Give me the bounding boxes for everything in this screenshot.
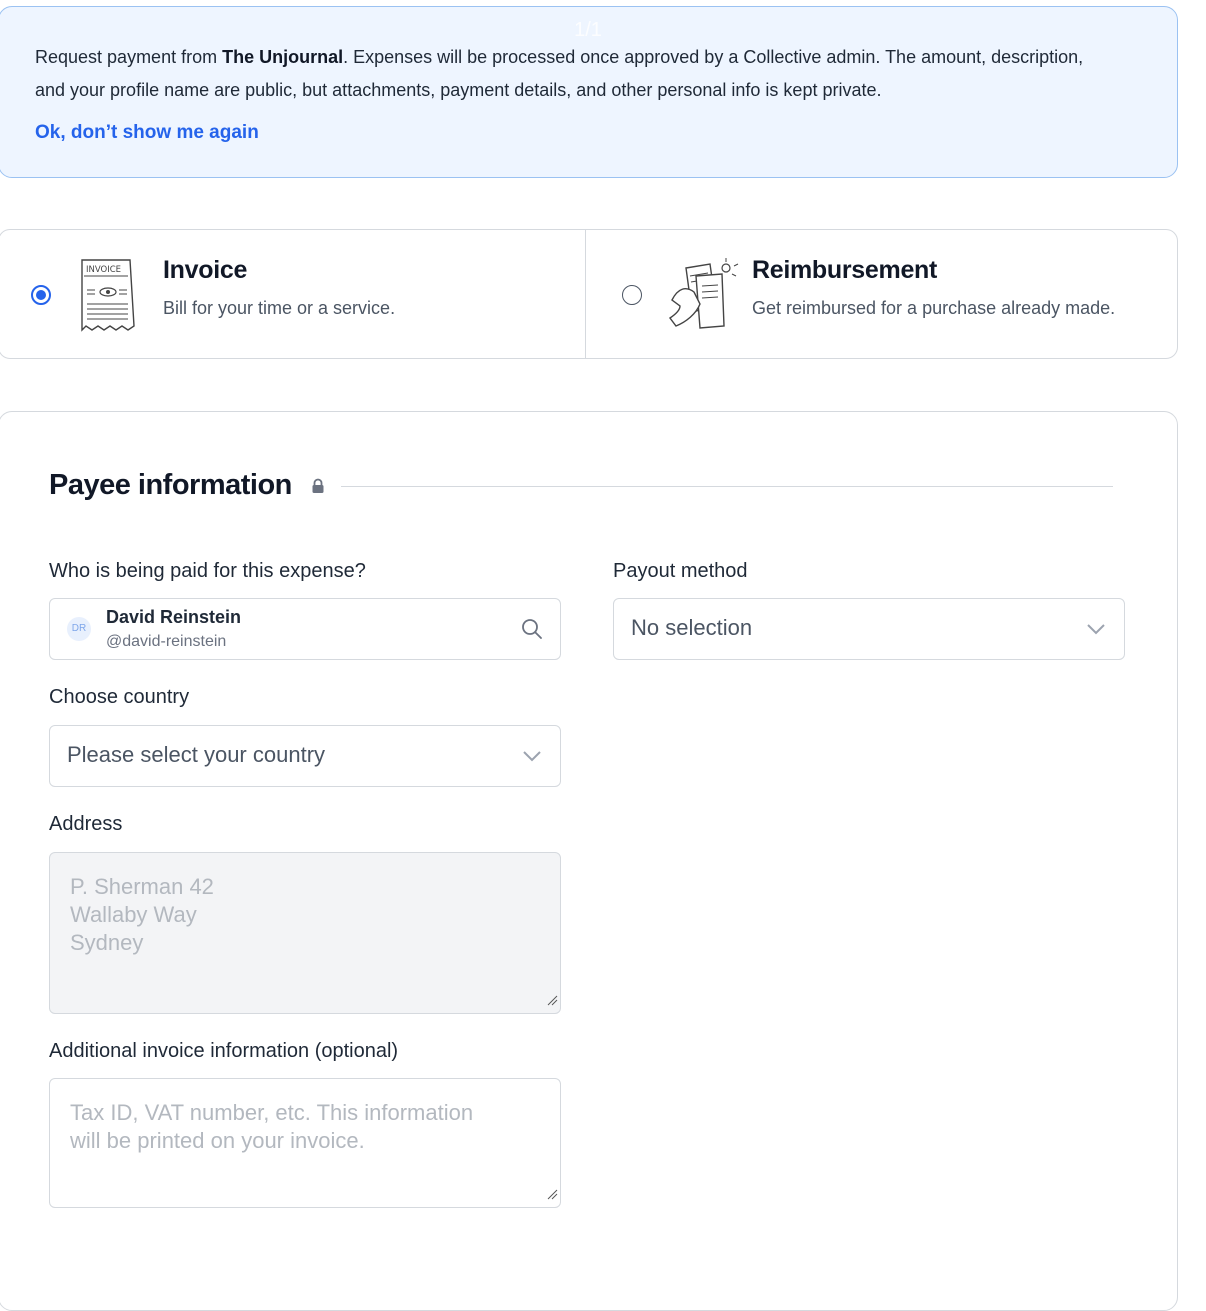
payout-method-label: Payout method bbox=[613, 560, 748, 582]
reimbursement-title: Reimbursement bbox=[752, 256, 938, 284]
dismiss-notice-link[interactable]: Ok, don’t show me again bbox=[35, 122, 259, 144]
payout-method-value: No selection bbox=[631, 615, 753, 640]
address-textarea[interactable]: P. Sherman 42 Wallaby Way Sydney bbox=[49, 852, 561, 1014]
reimbursement-illustration-icon bbox=[666, 256, 740, 339]
lock-icon bbox=[311, 478, 325, 499]
expense-type-selector: INVOICE Invoice Bill for your time or a … bbox=[0, 229, 1178, 359]
resize-grip-icon[interactable] bbox=[546, 1187, 558, 1205]
info-banner-text: Request payment from The Unjournal. Expe… bbox=[35, 41, 1115, 107]
section-divider bbox=[341, 486, 1113, 487]
payout-method-select[interactable]: No selection bbox=[613, 598, 1125, 660]
payee-picker[interactable]: DR David Reinstein @david-reinstein bbox=[49, 598, 561, 660]
payee-label: Who is being paid for this expense? bbox=[49, 560, 366, 582]
invoice-title: Invoice bbox=[163, 256, 248, 284]
payee-handle: @david-reinstein bbox=[106, 633, 227, 650]
section-title: Payee information bbox=[49, 469, 292, 501]
country-label: Choose country bbox=[49, 686, 190, 708]
page-indicator: 1/1 bbox=[574, 19, 602, 41]
reimbursement-description: Get reimbursed for a purchase already ma… bbox=[752, 298, 1116, 318]
invoice-illustration-label: INVOICE bbox=[86, 265, 121, 275]
invoice-radio[interactable] bbox=[31, 285, 51, 305]
additional-info-label: Additional invoice information (optional… bbox=[49, 1040, 399, 1062]
invoice-description: Bill for your time or a service. bbox=[163, 298, 396, 318]
address-placeholder: P. Sherman 42 Wallaby Way Sydney bbox=[70, 874, 214, 955]
additional-info-textarea[interactable]: Tax ID, VAT number, etc. This informatio… bbox=[49, 1078, 561, 1208]
chevron-down-icon bbox=[1086, 622, 1106, 641]
avatar: DR bbox=[67, 617, 91, 641]
chevron-down-icon bbox=[522, 749, 542, 768]
info-banner: 1/1 Request payment from The Unjournal. … bbox=[0, 6, 1178, 178]
country-placeholder: Please select your country bbox=[67, 742, 326, 767]
invoice-illustration-icon: INVOICE bbox=[78, 256, 138, 339]
info-text-before: Request payment from bbox=[35, 47, 223, 67]
collective-name: The Unjournal bbox=[222, 47, 344, 67]
payee-form: Payee information Who is being paid for … bbox=[0, 411, 1178, 1311]
address-label: Address bbox=[49, 813, 123, 835]
expense-type-invoice[interactable]: INVOICE Invoice Bill for your time or a … bbox=[0, 230, 586, 358]
search-icon[interactable] bbox=[520, 617, 544, 646]
additional-info-placeholder: Tax ID, VAT number, etc. This informatio… bbox=[70, 1100, 474, 1153]
country-select[interactable]: Please select your country bbox=[49, 725, 561, 787]
resize-grip-icon[interactable] bbox=[546, 993, 558, 1011]
expense-type-reimbursement[interactable]: Reimbursement Get reimbursed for a purch… bbox=[586, 230, 1177, 358]
reimbursement-radio[interactable] bbox=[622, 285, 642, 305]
payee-name: David Reinstein bbox=[106, 607, 242, 627]
